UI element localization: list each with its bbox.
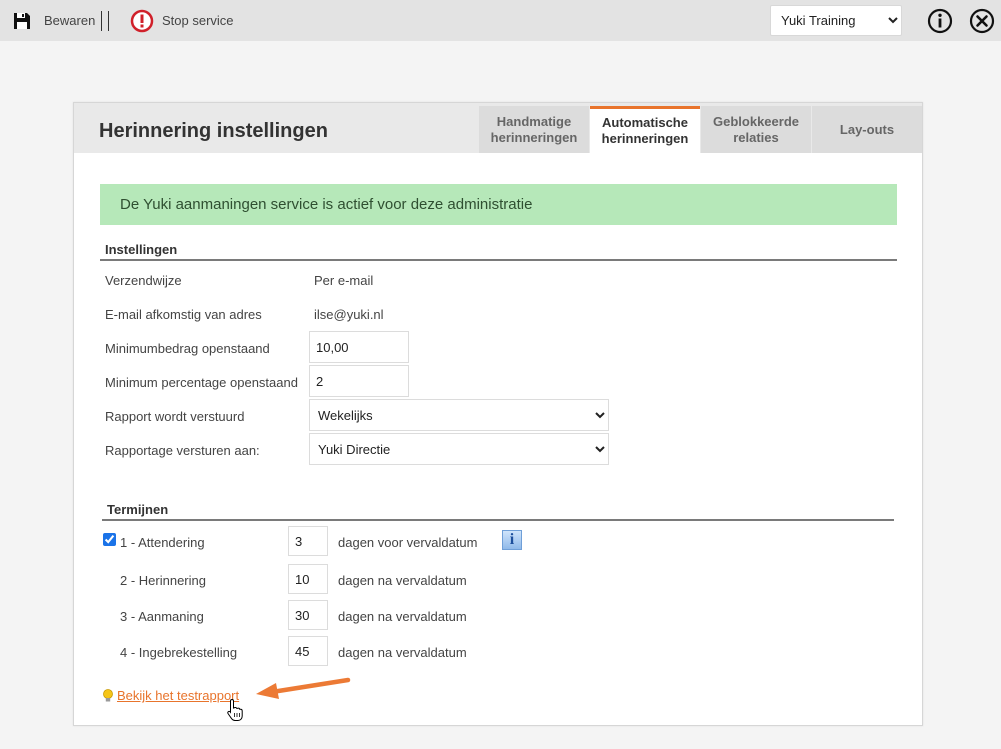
panel-header: Herinnering instellingen Handmatige herin… — [74, 103, 922, 153]
term-description: dagen na vervaldatum — [338, 609, 467, 624]
tab-label-line1: Geblokkeerde — [713, 113, 799, 129]
minimum-percentage-label: Minimum percentage openstaand — [105, 375, 298, 390]
email-value: ilse@yuki.nl — [314, 307, 384, 322]
attendering-checkbox[interactable] — [103, 533, 116, 546]
tab-label-line2: relaties — [733, 129, 779, 145]
page-title: Herinnering instellingen — [99, 120, 328, 142]
attendering-days-input[interactable] — [288, 526, 328, 556]
toolbar-separator — [101, 11, 109, 31]
term-description: dagen voor vervaldatum — [338, 535, 478, 550]
tab-label-line2: herinneringen — [601, 131, 689, 146]
administration-select[interactable]: Yuki Training — [770, 5, 902, 36]
save-icon — [14, 12, 30, 29]
report-frequency-select[interactable]: Wekelijks — [309, 399, 609, 431]
verzendwijze-label: Verzendwijze — [105, 273, 182, 288]
aanmaning-days-input[interactable] — [288, 600, 328, 630]
verzendwijze-value: Per e-mail — [314, 273, 374, 288]
minimum-amount-label: Minimumbedrag openstaand — [105, 341, 270, 356]
term-description: dagen na vervaldatum — [338, 573, 467, 588]
service-status-banner: De Yuki aanmaningen service is actief vo… — [100, 184, 897, 225]
tab-geblokkeerde-relaties[interactable]: Geblokkeerde relaties — [701, 106, 811, 153]
minimum-amount-input[interactable] — [309, 331, 409, 363]
tab-lay-outs[interactable]: Lay-outs — [812, 106, 922, 153]
close-icon[interactable] — [969, 8, 995, 34]
tab-handmatige-herinneringen[interactable]: Handmatige herinneringen — [479, 106, 589, 153]
term-label: 2 - Herinnering — [120, 573, 206, 588]
settings-heading: Instellingen — [105, 242, 178, 257]
term-label: 3 - Aanmaning — [120, 609, 204, 624]
tab-automatische-herinneringen[interactable]: Automatische herinneringen — [590, 106, 700, 153]
save-button[interactable]: Bewaren — [12, 0, 95, 41]
email-label: E-mail afkomstig van adres — [105, 307, 262, 322]
tab-label-line1: Handmatige — [496, 113, 572, 129]
term-label: 4 - Ingebrekestelling — [120, 645, 238, 660]
hand-cursor-icon — [227, 698, 243, 721]
herinnering-days-input[interactable] — [288, 564, 328, 594]
stop-icon — [130, 9, 154, 32]
report-frequency-label: Rapport wordt verstuurd — [105, 409, 245, 424]
stop-service-button[interactable]: Stop service — [130, 0, 234, 41]
info-icon[interactable] — [927, 8, 953, 34]
reminder-settings-panel: Herinnering instellingen Handmatige herin… — [73, 102, 923, 726]
terms-divider — [102, 519, 894, 521]
test-report-label: Bekijk het testrapport — [117, 688, 240, 703]
annotation-arrow-icon — [256, 677, 351, 699]
ingebrekestelling-days-input[interactable] — [288, 636, 328, 666]
term-info-icon[interactable]: i — [502, 530, 522, 550]
toolbar: Bewaren Stop service Yuki Training — [0, 0, 1001, 41]
save-label: Bewaren — [44, 13, 96, 28]
term-label: 1 - Attendering — [120, 535, 205, 550]
terms-heading: Termijnen — [107, 502, 169, 517]
stop-service-label: Stop service — [162, 13, 234, 28]
lightbulb-icon — [103, 688, 113, 701]
minimum-percentage-input[interactable] — [309, 365, 409, 397]
term-description: dagen na vervaldatum — [338, 645, 467, 660]
test-report-link[interactable]: Bekijk het testrapport — [102, 688, 239, 703]
tab-label-line2: herinneringen — [490, 129, 578, 145]
tab-label-line1: Automatische — [602, 115, 688, 130]
report-recipient-label: Rapportage versturen aan: — [105, 443, 260, 458]
settings-divider — [100, 259, 897, 261]
report-recipient-select[interactable]: Yuki Directie — [309, 433, 609, 465]
tab-label: Lay-outs — [839, 121, 895, 137]
